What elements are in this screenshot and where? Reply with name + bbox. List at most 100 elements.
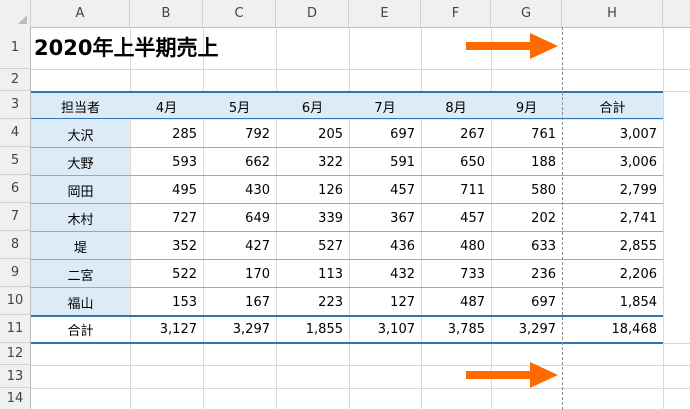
table-header-cell[interactable]: 5月 xyxy=(203,92,276,120)
total-row-cell[interactable]: 3,127 xyxy=(130,316,203,343)
total-row-cell[interactable]: 3,297 xyxy=(491,316,562,343)
value-cell[interactable]: 113 xyxy=(276,260,349,288)
column-header-b[interactable]: B xyxy=(130,0,203,27)
value-cell[interactable]: 457 xyxy=(421,204,491,232)
row-header-3[interactable]: 3 xyxy=(0,91,30,119)
total-cell[interactable]: 2,741 xyxy=(562,204,663,232)
row-header-12[interactable]: 12 xyxy=(0,343,30,365)
value-cell[interactable]: 267 xyxy=(421,120,491,148)
value-cell[interactable]: 432 xyxy=(349,260,421,288)
value-cell[interactable]: 188 xyxy=(491,148,562,176)
column-header-e[interactable]: E xyxy=(349,0,421,27)
total-cell[interactable]: 1,854 xyxy=(562,288,663,316)
row-header-8[interactable]: 8 xyxy=(0,231,30,259)
name-cell[interactable]: 堤 xyxy=(31,232,130,260)
sheet-title[interactable]: 2020年上半期売上 xyxy=(34,32,218,62)
value-cell[interactable]: 322 xyxy=(276,148,349,176)
total-row-cell[interactable]: 3,107 xyxy=(349,316,421,343)
value-cell[interactable]: 126 xyxy=(276,176,349,204)
value-cell[interactable]: 527 xyxy=(276,232,349,260)
value-cell[interactable]: 711 xyxy=(421,176,491,204)
value-cell[interactable]: 697 xyxy=(491,288,562,316)
value-cell[interactable]: 352 xyxy=(130,232,203,260)
value-cell[interactable]: 580 xyxy=(491,176,562,204)
value-cell[interactable]: 650 xyxy=(421,148,491,176)
value-cell[interactable]: 430 xyxy=(203,176,276,204)
table-header-cell[interactable]: 7月 xyxy=(349,92,421,120)
value-cell[interactable]: 733 xyxy=(421,260,491,288)
value-cell[interactable]: 339 xyxy=(276,204,349,232)
name-cell[interactable]: 木村 xyxy=(31,204,130,232)
total-cell[interactable]: 3,006 xyxy=(562,148,663,176)
row-header-13[interactable]: 13 xyxy=(0,365,30,388)
value-cell[interactable]: 593 xyxy=(130,148,203,176)
column-header-f[interactable]: F xyxy=(421,0,491,27)
table-header-cell[interactable]: 9月 xyxy=(491,92,562,120)
spreadsheet: A B C D E F G H 1 2 3 4 5 6 7 8 9 10 11 … xyxy=(0,0,690,410)
name-cell[interactable]: 福山 xyxy=(31,288,130,316)
column-header-d[interactable]: D xyxy=(276,0,349,27)
value-cell[interactable]: 457 xyxy=(349,176,421,204)
row-header-6[interactable]: 6 xyxy=(0,175,30,203)
value-cell[interactable]: 436 xyxy=(349,232,421,260)
row-header-7[interactable]: 7 xyxy=(0,203,30,231)
total-row-cell[interactable]: 3,297 xyxy=(203,316,276,343)
value-cell[interactable]: 633 xyxy=(491,232,562,260)
value-cell[interactable]: 522 xyxy=(130,260,203,288)
column-header-a[interactable]: A xyxy=(31,0,130,27)
total-row-cell[interactable]: 1,855 xyxy=(276,316,349,343)
row-header-5[interactable]: 5 xyxy=(0,147,30,175)
gridline xyxy=(31,69,690,70)
table-header-cell[interactable]: 合計 xyxy=(562,92,663,120)
total-cell[interactable]: 3,007 xyxy=(562,120,663,148)
column-header-h[interactable]: H xyxy=(562,0,663,27)
value-cell[interactable]: 480 xyxy=(421,232,491,260)
value-cell[interactable]: 495 xyxy=(130,176,203,204)
name-cell[interactable]: 二宮 xyxy=(31,260,130,288)
column-header-c[interactable]: C xyxy=(203,0,276,27)
value-cell[interactable]: 487 xyxy=(421,288,491,316)
row-header-11[interactable]: 11 xyxy=(0,315,30,343)
name-cell[interactable]: 岡田 xyxy=(31,176,130,204)
value-cell[interactable]: 662 xyxy=(203,148,276,176)
value-cell[interactable]: 792 xyxy=(203,120,276,148)
value-cell[interactable]: 236 xyxy=(491,260,562,288)
table-header-cell[interactable]: 8月 xyxy=(421,92,491,120)
total-cell[interactable]: 2,855 xyxy=(562,232,663,260)
total-row-cell[interactable]: 3,785 xyxy=(421,316,491,343)
select-all-corner[interactable] xyxy=(0,0,31,27)
value-cell[interactable]: 153 xyxy=(130,288,203,316)
row-header-9[interactable]: 9 xyxy=(0,259,30,287)
column-header-bar: A B C D E F G H xyxy=(0,0,690,28)
row-header-2[interactable]: 2 xyxy=(0,69,30,91)
name-cell[interactable]: 大沢 xyxy=(31,120,130,148)
value-cell[interactable]: 223 xyxy=(276,288,349,316)
value-cell[interactable]: 649 xyxy=(203,204,276,232)
grand-total-cell[interactable]: 18,468 xyxy=(562,316,663,343)
name-cell[interactable]: 大野 xyxy=(31,148,130,176)
value-cell[interactable]: 367 xyxy=(349,204,421,232)
table-header-cell[interactable]: 6月 xyxy=(276,92,349,120)
column-header-g[interactable]: G xyxy=(491,0,562,27)
value-cell[interactable]: 697 xyxy=(349,120,421,148)
total-row-label[interactable]: 合計 xyxy=(31,316,130,343)
value-cell[interactable]: 591 xyxy=(349,148,421,176)
value-cell[interactable]: 727 xyxy=(130,204,203,232)
table-header-cell[interactable]: 4月 xyxy=(130,92,203,120)
value-cell[interactable]: 127 xyxy=(349,288,421,316)
value-cell[interactable]: 170 xyxy=(203,260,276,288)
value-cell[interactable]: 427 xyxy=(203,232,276,260)
table-header-cell[interactable]: 担当者 xyxy=(31,92,130,120)
row-header-14[interactable]: 14 xyxy=(0,388,30,410)
value-cell[interactable]: 205 xyxy=(276,120,349,148)
value-cell[interactable]: 167 xyxy=(203,288,276,316)
total-cell[interactable]: 2,799 xyxy=(562,176,663,204)
value-cell[interactable]: 202 xyxy=(491,204,562,232)
total-cell[interactable]: 2,206 xyxy=(562,260,663,288)
value-cell[interactable]: 761 xyxy=(491,120,562,148)
row-header-10[interactable]: 10 xyxy=(0,287,30,315)
table-border xyxy=(31,118,663,119)
value-cell[interactable]: 285 xyxy=(130,120,203,148)
row-header-4[interactable]: 4 xyxy=(0,119,30,147)
row-header-1[interactable]: 1 xyxy=(0,27,30,69)
